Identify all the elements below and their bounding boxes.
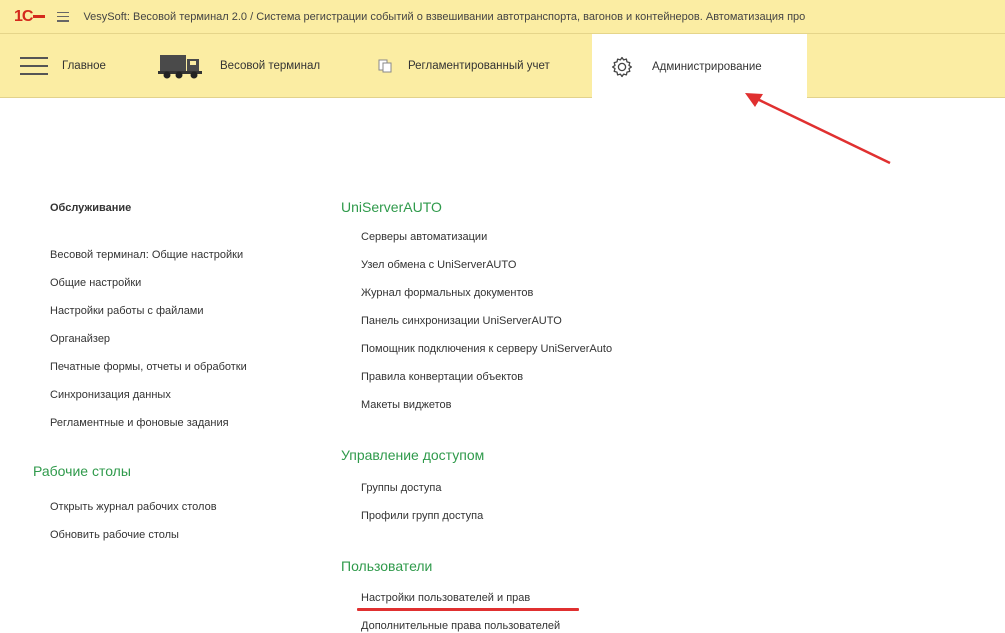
link-widget-layouts[interactable]: Макеты виджетов [361,399,452,411]
link-exchange-node[interactable]: Узел обмена с UniServerAUTO [361,259,516,271]
link-additional-user-rights[interactable]: Дополнительные права пользователей [361,620,560,632]
link-print-forms[interactable]: Печатные формы, отчеты и обработки [50,361,247,373]
app-logo-text: 1С [14,7,33,25]
desktops-title: Рабочие столы [33,463,131,479]
documents-icon [378,59,392,73]
link-general-settings[interactable]: Общие настройки [50,277,141,289]
link-sync-panel[interactable]: Панель синхронизации UniServerAUTO [361,315,562,327]
section-weight-terminal-label: Весовой терминал [220,60,321,72]
gear-icon [611,56,633,77]
section-weight-terminal[interactable]: Весовой терминал [158,34,320,98]
link-open-desktops-journal[interactable]: Открыть журнал рабочих столов [50,501,217,513]
link-formal-docs-journal[interactable]: Журнал формальных документов [361,287,533,299]
link-conversion-rules[interactable]: Правила конвертации объектов [361,371,523,383]
link-weight-terminal-settings[interactable]: Весовой терминал: Общие настройки [50,249,243,261]
annotation-underline [357,608,579,611]
link-scheduled-jobs[interactable]: Регламентные и фоновые задания [50,417,229,429]
annotation-arrow-icon [745,93,891,165]
section-main-label: Главное [62,60,106,72]
service-title: Обслуживание [50,202,132,214]
truck-icon [158,55,202,79]
link-organizer[interactable]: Органайзер [50,333,110,345]
access-title: Управление доступом [341,447,485,463]
uniserver-title: UniServerAUTO [341,199,442,215]
window-title: VesySoft: Весовой терминал 2.0 / Система… [83,10,806,23]
link-user-rights-settings[interactable]: Настройки пользователей и прав [361,592,530,604]
link-refresh-desktops[interactable]: Обновить рабочие столы [50,529,179,541]
link-access-group-profiles[interactable]: Профили групп доступа [361,510,483,522]
app-logo[interactable]: 1С [14,7,46,26]
section-admin-label: Администрирование [652,60,762,73]
link-file-settings[interactable]: Настройки работы с файлами [50,305,204,317]
section-regulated-label: Регламентированный учет [408,60,550,72]
link-access-groups[interactable]: Группы доступа [361,482,441,494]
section-main[interactable]: Главное [20,34,106,98]
users-title: Пользователи [341,558,433,574]
main-menu-icon[interactable] [57,11,70,22]
link-automation-servers[interactable]: Серверы автоматизации [361,231,487,243]
link-data-sync[interactable]: Синхронизация данных [50,389,171,401]
logo-bar [33,14,46,18]
title-bar: 1С VesySoft: Весовой терминал 2.0 / Сист… [0,0,1005,34]
link-connection-assistant[interactable]: Помощник подключения к серверу UniServer… [361,343,612,355]
menu-icon [20,57,48,75]
section-regulated[interactable]: Регламентированный учет [378,34,550,98]
